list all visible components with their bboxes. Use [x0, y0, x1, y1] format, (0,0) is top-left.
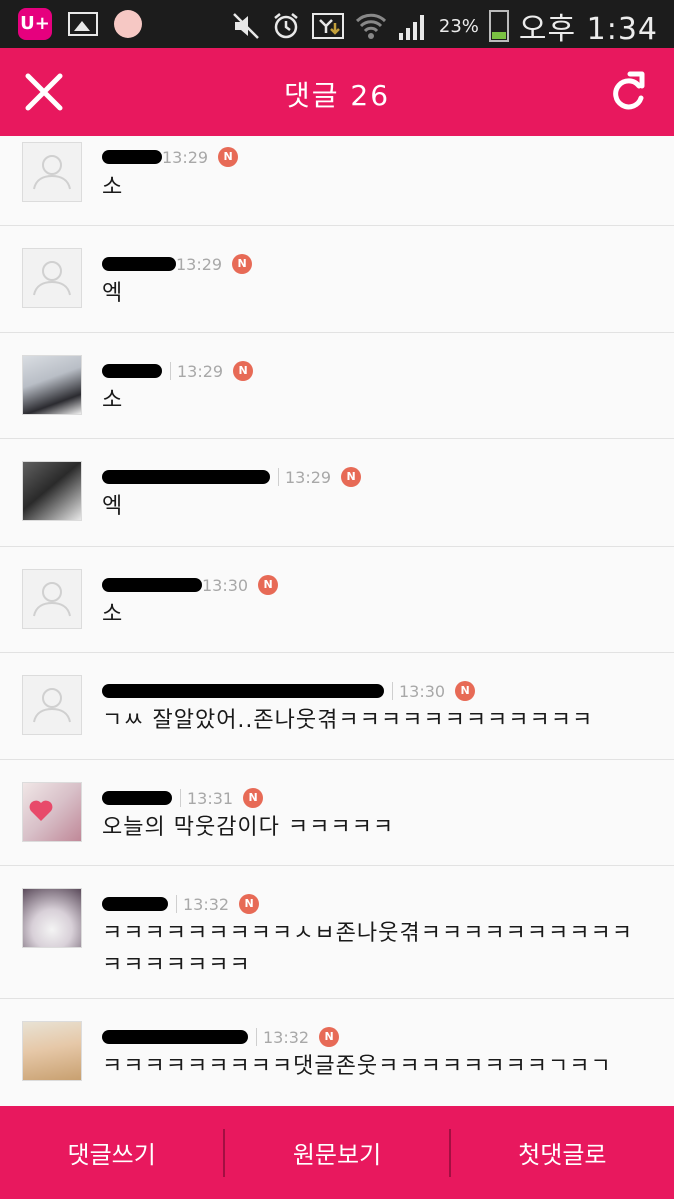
comment-time: 13:32 [183, 894, 230, 914]
new-badge: N [232, 254, 253, 274]
meta-divider [392, 682, 393, 700]
comment-meta: 13:32 N [102, 892, 260, 916]
comment-row[interactable]: 13:32 N ㅋㅋㅋㅋㅋㅋㅋㅋㅋ댓글존웃ㅋㅋㅋㅋㅋㅋㅋㅋㄱㅋㄱ [0, 999, 674, 1106]
redacted-username [102, 150, 162, 164]
comment-meta: 13:30 N [102, 573, 279, 597]
comment-list[interactable]: 13:29 N 소 13:29 N 엑 13:29 N 소 13:29 N 엑 … [0, 136, 674, 1106]
notification-dot-icon [114, 10, 142, 38]
redacted-username [102, 791, 172, 805]
page-title: 댓글 26 [283, 79, 391, 112]
user-avatar[interactable] [22, 461, 82, 521]
meta-divider [278, 468, 279, 486]
sync-icon [311, 13, 344, 39]
comment-row[interactable]: 13:32 N ㅋㅋㅋㅋㅋㅋㅋㅋㅋㅅㅂ존나웃겪ㅋㅋㅋㅋㅋㅋㅋㅋㅋㅋㅋㅋㅋㅋㅋㅋㅋ [0, 866, 674, 999]
comment-text: 소 [102, 388, 124, 413]
new-badge: N [319, 1027, 340, 1047]
comment-text: 소 [102, 175, 124, 200]
new-badge: N [341, 467, 362, 487]
default-avatar-icon [33, 155, 71, 190]
alarm-icon [274, 13, 298, 39]
comment-row[interactable]: 13:30 N ㄱㅆ 잘알았어..존나웃겪ㅋㅋㅋㅋㅋㅋㅋㅋㅋㅋㅋㅋ [0, 653, 674, 760]
default-avatar-icon [33, 261, 71, 296]
lg-uplus-icon: U+ [18, 8, 52, 40]
comment-time: 13:29 [177, 361, 224, 381]
comment-time: 13:29 [176, 254, 223, 274]
bottom-action-bar: 댓글쓰기 원문보기 첫댓글로 [0, 1106, 674, 1199]
gallery-icon [68, 12, 98, 36]
signal-icon [398, 15, 424, 40]
comment-text: 엑 [102, 494, 124, 519]
default-avatar-icon [33, 582, 71, 617]
user-avatar[interactable] [22, 888, 82, 948]
redacted-username [102, 897, 168, 911]
default-avatar[interactable] [22, 569, 82, 629]
comment-time: 13:32 [263, 1027, 310, 1047]
comment-meta: 13:29 N [102, 252, 253, 276]
comments-header: 댓글 26 [0, 48, 674, 136]
comment-row[interactable]: 13:29 N 소 [0, 136, 674, 226]
heart-icon [29, 800, 53, 821]
default-avatar[interactable] [22, 675, 82, 735]
user-avatar[interactable] [22, 1021, 82, 1081]
comment-meta: 13:32 N [102, 1025, 340, 1049]
comment-row[interactable]: 13:29 N 엑 [0, 439, 674, 547]
comment-text: 오늘의 막웃감이다 ㅋㅋㅋㅋㅋ [102, 815, 395, 840]
refresh-icon[interactable] [606, 68, 650, 116]
battery-icon [488, 10, 509, 42]
default-avatar-icon [33, 688, 71, 723]
new-badge: N [243, 788, 264, 808]
comment-row[interactable]: 13:31 N 오늘의 막웃감이다 ㅋㅋㅋㅋㅋ [0, 760, 674, 866]
redacted-username [102, 470, 270, 484]
mute-icon [232, 13, 259, 39]
comment-text: 엑 [102, 281, 124, 306]
user-avatar[interactable] [22, 355, 82, 415]
status-bar: U+ 23% 오후 1:34 [0, 0, 674, 48]
comment-time: 13:30 [202, 575, 249, 595]
comment-row[interactable]: 13:30 N 소 [0, 547, 674, 653]
new-badge: N [239, 894, 260, 914]
redacted-username [102, 257, 176, 271]
comment-meta: 13:31 N [102, 786, 264, 810]
comment-text: 소 [102, 602, 124, 627]
new-badge: N [233, 361, 254, 381]
redacted-username [102, 364, 162, 378]
status-clock: 오후 1:34 [518, 12, 658, 47]
comment-text: ㅋㅋㅋㅋㅋㅋㅋㅋㅋㅅㅂ존나웃겪ㅋㅋㅋㅋㅋㅋㅋㅋㅋㅋㅋㅋㅋㅋㅋㅋㅋ [102, 921, 634, 978]
first-comment-button[interactable]: 첫댓글로 [451, 1135, 674, 1170]
new-badge: N [258, 575, 279, 595]
meta-divider [170, 362, 171, 380]
redacted-username [102, 578, 202, 592]
comment-time: 13:29 [285, 467, 332, 487]
comment-time: 13:31 [187, 788, 234, 808]
redacted-username [102, 1030, 248, 1044]
redacted-username [102, 684, 384, 698]
comment-meta: 13:30 N [102, 679, 476, 703]
wifi-icon [355, 13, 386, 39]
new-badge: N [455, 681, 476, 701]
battery-percent: 23% [438, 15, 479, 37]
meta-divider [256, 1028, 257, 1046]
comment-row[interactable]: 13:29 N 소 [0, 333, 674, 439]
comment-meta: 13:29 N [102, 359, 254, 383]
comment-row[interactable]: 13:29 N 엑 [0, 226, 674, 333]
new-badge: N [218, 147, 239, 167]
comment-time: 13:30 [399, 681, 446, 701]
comment-text: ㅋㅋㅋㅋㅋㅋㅋㅋㅋ댓글존웃ㅋㅋㅋㅋㅋㅋㅋㅋㄱㅋㄱ [102, 1054, 612, 1079]
view-original-button[interactable]: 원문보기 [225, 1135, 448, 1170]
write-comment-button[interactable]: 댓글쓰기 [0, 1135, 223, 1170]
comment-time: 13:29 [162, 147, 209, 167]
default-avatar[interactable] [22, 142, 82, 202]
meta-divider [176, 895, 177, 913]
comment-text: ㄱㅆ 잘알았어..존나웃겪ㅋㅋㅋㅋㅋㅋㅋㅋㅋㅋㅋㅋ [102, 708, 594, 733]
comment-meta: 13:29 N [102, 465, 362, 489]
default-avatar[interactable] [22, 248, 82, 308]
user-avatar[interactable] [22, 782, 82, 842]
meta-divider [180, 789, 181, 807]
comment-meta: 13:29 N [102, 145, 239, 169]
